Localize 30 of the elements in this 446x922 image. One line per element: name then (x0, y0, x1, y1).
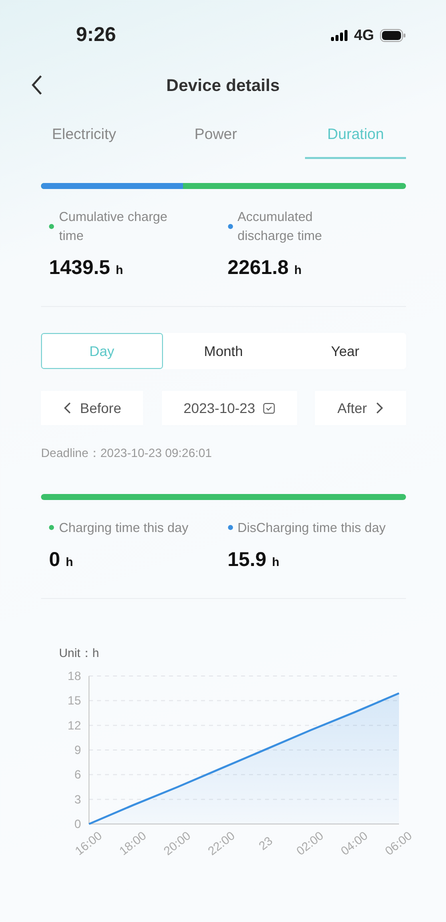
battery-icon (380, 28, 406, 42)
signal-icon (330, 30, 348, 40)
stat-label: Cumulative charge time (59, 208, 168, 245)
y-tick-label: 15 (68, 694, 81, 708)
network-label: 4G (354, 26, 374, 44)
unit-label: Unit：h (59, 645, 100, 662)
stat-value: 1439.5 h (49, 257, 124, 280)
status-time: 9:26 (76, 24, 116, 46)
deadline-text: Deadline：2023-10-23 09:26:01 (41, 445, 213, 462)
before-button[interactable]: Before (41, 391, 144, 425)
back-button[interactable] (30, 74, 44, 96)
y-tick-label: 18 (68, 669, 81, 683)
date-picker[interactable]: 2023-10-23 (162, 391, 298, 425)
stat-value: 15.9 h (228, 549, 280, 572)
y-tick-label: 12 (68, 718, 81, 732)
stat-label: DisCharging time this day (238, 519, 386, 537)
x-tick-label: 23 (256, 834, 276, 853)
y-tick-label: 6 (74, 768, 81, 782)
stat-label: Accumulated discharge time (238, 208, 324, 245)
after-button[interactable]: After (315, 391, 406, 425)
chevron-right-icon (374, 402, 384, 414)
y-tick-label: 0 (74, 817, 81, 831)
y-tick-label: 3 (74, 792, 81, 806)
stat-value: 0 h (49, 549, 74, 572)
chevron-left-icon (63, 402, 72, 414)
stat-value: 2261.8 h (228, 257, 303, 280)
y-tick-label: 9 (74, 743, 81, 757)
stat-label: Charging time this day (59, 519, 188, 537)
calendar-icon (263, 402, 276, 414)
page-title: Device details (166, 76, 280, 96)
